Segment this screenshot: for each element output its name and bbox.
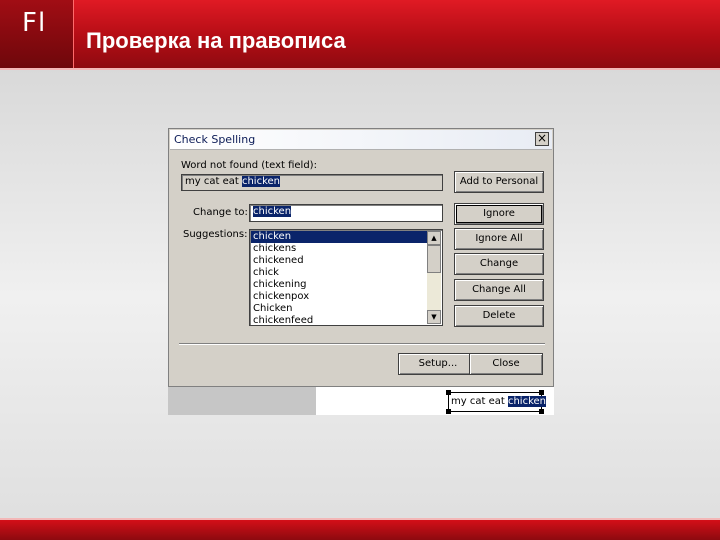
slide-header: Fl Проверка на правописа (0, 0, 720, 68)
selection-handle[interactable] (446, 409, 451, 414)
suggestion-item[interactable]: chicken (251, 231, 429, 243)
setup-button[interactable]: Setup... (398, 353, 478, 375)
add-to-personal-button[interactable]: Add to Personal (454, 171, 544, 193)
stage-gray-area (168, 387, 316, 415)
delete-button[interactable]: Delete (454, 305, 544, 327)
check-spelling-dialog: Check Spelling × Word not found (text fi… (168, 128, 554, 387)
context-field: my cat eat chicken (181, 174, 443, 191)
change-all-button[interactable]: Change All (454, 279, 544, 301)
word-not-found-label: Word not found (text field): (181, 160, 317, 171)
close-icon[interactable]: × (535, 132, 549, 146)
flash-logo: Fl (22, 8, 47, 38)
selection-handle[interactable] (539, 409, 544, 414)
scroll-thumb[interactable] (427, 245, 441, 273)
suggestion-item[interactable]: chickening (251, 279, 429, 291)
selection-handle[interactable] (539, 390, 544, 395)
scroll-down-icon[interactable]: ▼ (427, 310, 441, 324)
suggestions-scrollbar[interactable]: ▲ ▼ (427, 231, 441, 324)
stage-text-field[interactable]: my cat eat chicken (448, 392, 546, 412)
change-to-input[interactable]: chicken (249, 204, 443, 222)
suggestion-item[interactable]: chickens (251, 243, 429, 255)
suggestion-item[interactable]: chickenpox (251, 291, 429, 303)
change-to-label: Change to: (193, 207, 248, 218)
slide-footer (0, 518, 720, 540)
suggestion-item[interactable]: chick (251, 267, 429, 279)
selection-handle[interactable] (446, 390, 451, 395)
header-divider (0, 68, 720, 70)
dialog-titlebar[interactable]: Check Spelling × (170, 130, 552, 150)
stage-text-prefix: my cat eat (451, 396, 508, 407)
suggestions-label: Suggestions: (183, 229, 248, 240)
dialog-title: Check Spelling (174, 133, 256, 146)
dialog-separator (179, 343, 545, 345)
close-button[interactable]: Close (469, 353, 543, 375)
suggestions-list[interactable]: chicken chickens chickened chick chickening c… (249, 229, 443, 326)
ignore-all-button[interactable]: Ignore All (454, 228, 544, 250)
slide-title: Проверка на правописа (86, 28, 346, 53)
context-misspelled-word: chicken (241, 176, 280, 187)
suggestion-item[interactable]: chickenfeed (251, 315, 429, 325)
suggestion-item[interactable]: chickened (251, 255, 429, 267)
change-to-value: chicken (253, 206, 292, 217)
ignore-button[interactable]: Ignore (454, 203, 544, 225)
stage-highlighted-word: chicken (507, 396, 546, 407)
suggestion-item[interactable]: Chicken (251, 303, 429, 315)
change-button[interactable]: Change (454, 253, 544, 275)
scroll-up-icon[interactable]: ▲ (427, 231, 441, 245)
flash-logo-box: Fl (0, 0, 74, 68)
context-prefix: my cat eat (185, 176, 242, 187)
